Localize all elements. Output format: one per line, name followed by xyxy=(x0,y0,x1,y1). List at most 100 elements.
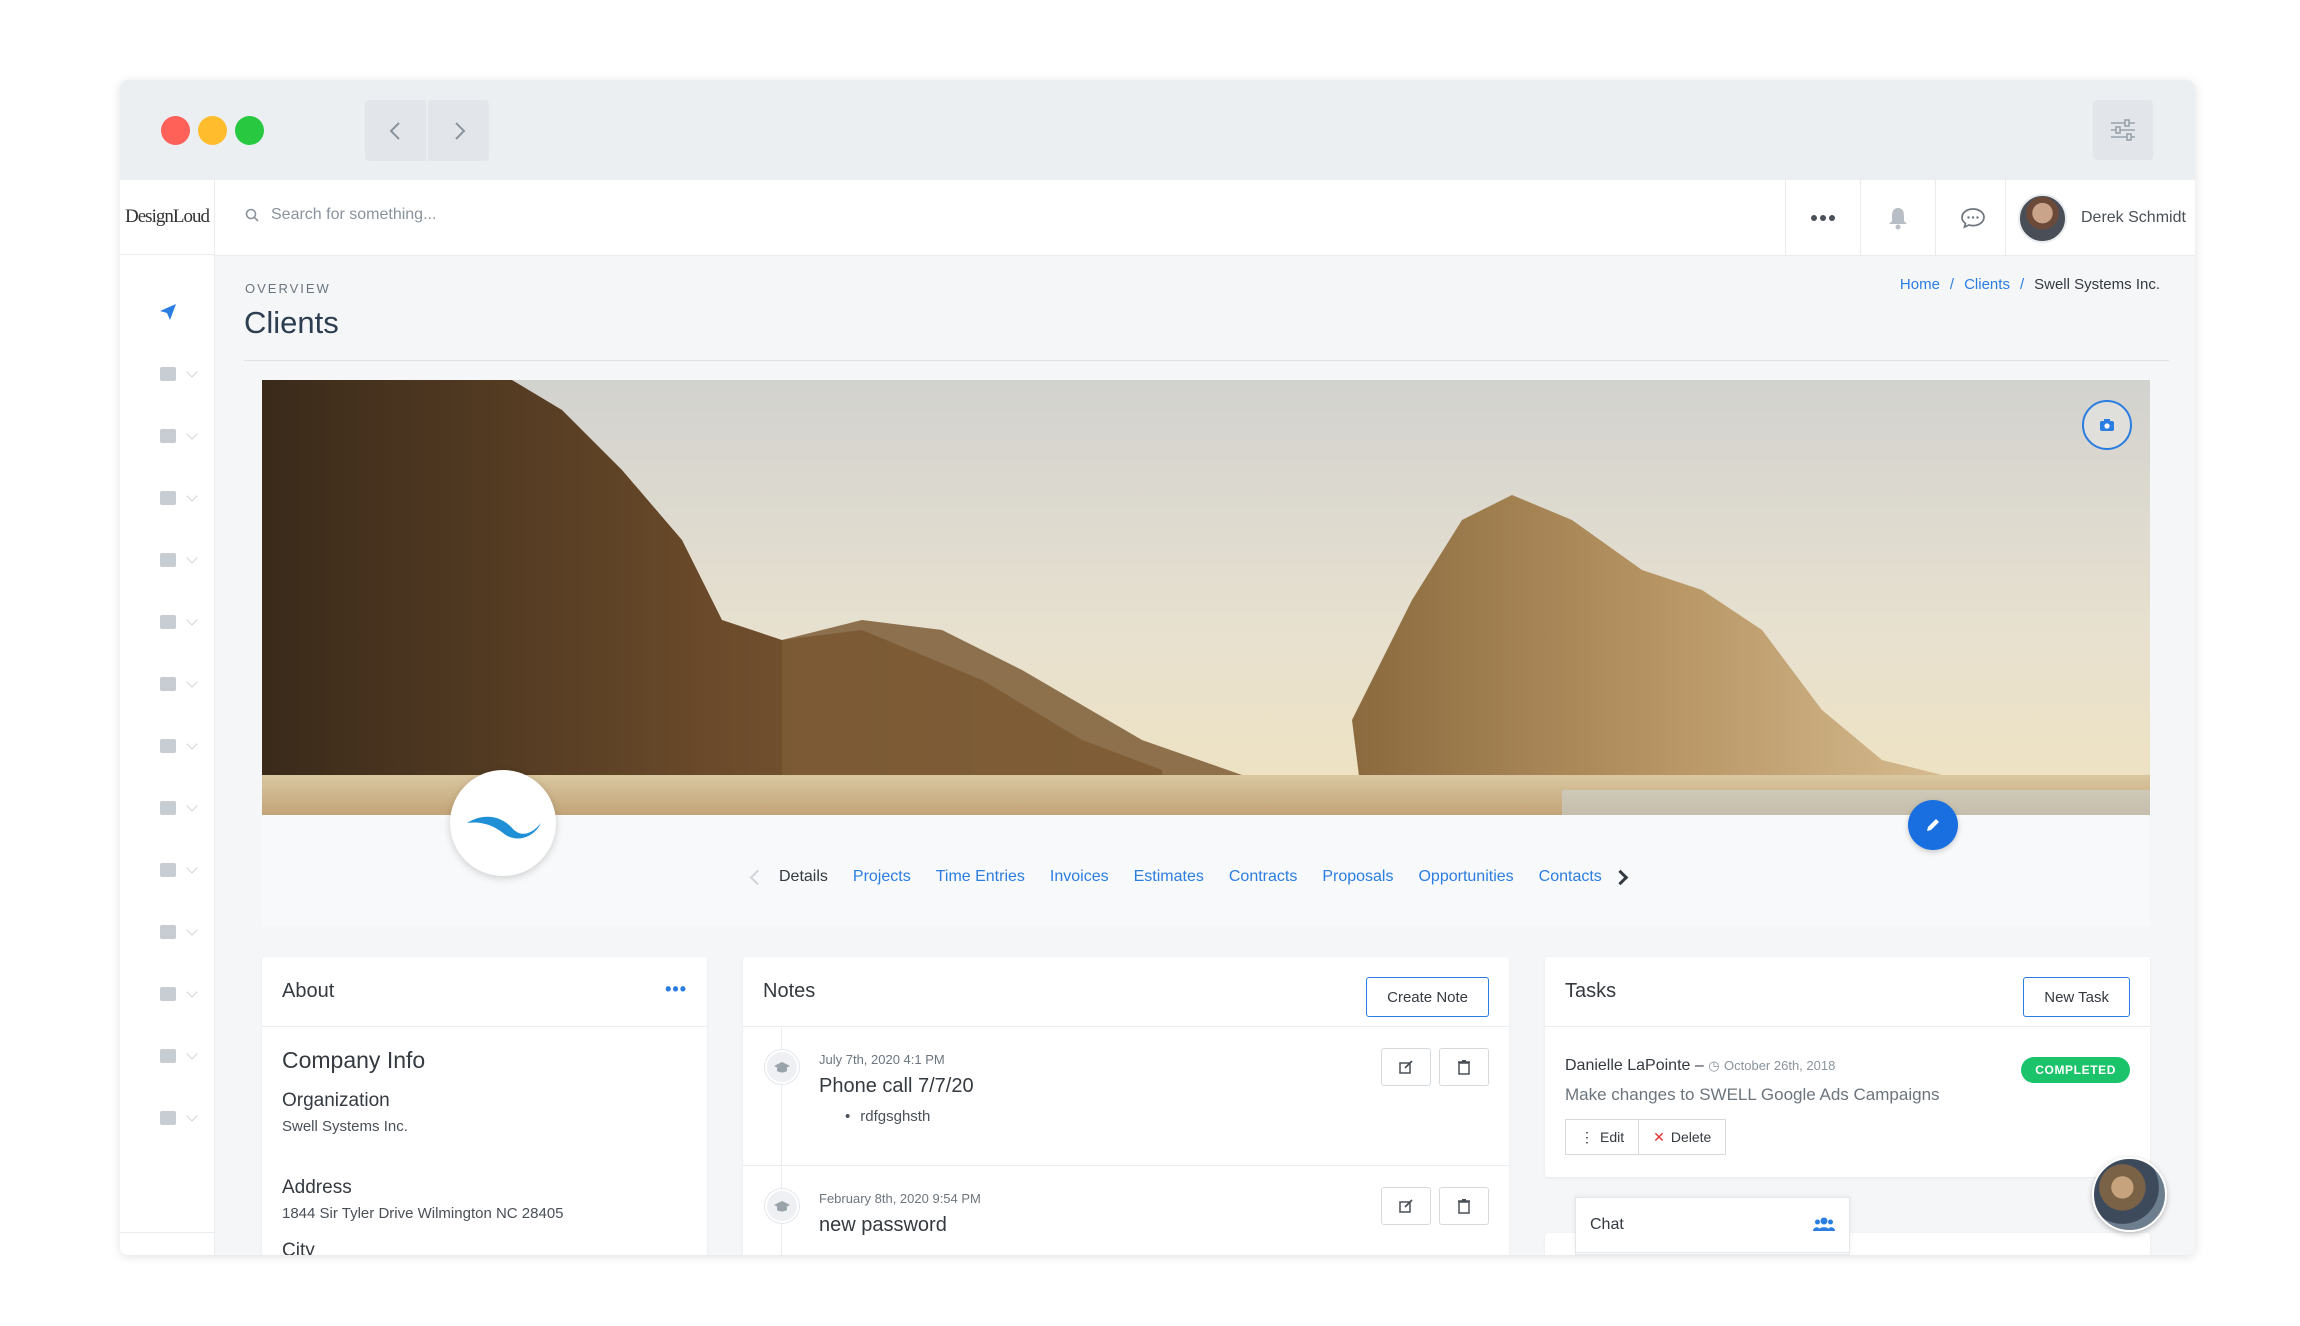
logo-text: DesignLoud xyxy=(125,206,210,227)
user-menu[interactable]: Derek Schmidt xyxy=(2005,180,2195,256)
task-description: Make changes to SWELL Google Ads Campaig… xyxy=(1565,1085,1940,1104)
sidebar-item-user[interactable] xyxy=(120,354,215,394)
chevron-down-icon xyxy=(186,490,198,502)
tab-contracts[interactable]: Contracts xyxy=(1229,868,1297,886)
messages-button[interactable] xyxy=(1935,180,2010,256)
sidebar-item-file-2[interactable] xyxy=(120,1036,215,1076)
close-window-button[interactable] xyxy=(161,116,190,145)
app-sidebar: DesignLoud f ◂ xyxy=(120,180,215,1255)
sidebar-item-users[interactable] xyxy=(120,416,215,456)
delete-note-button[interactable] xyxy=(1439,1187,1489,1225)
header-divider xyxy=(244,360,2169,361)
sidebar-item-list-2[interactable] xyxy=(120,540,215,580)
ellipsis-icon xyxy=(1811,215,1835,221)
chevron-right-icon xyxy=(454,121,465,140)
floating-chat-avatar[interactable] xyxy=(2092,1157,2167,1232)
edit-task-button[interactable]: ⋮ Edit xyxy=(1565,1119,1640,1155)
browser-titlebar xyxy=(120,80,2195,180)
task-actions: ⋮ Edit ✕ Delete xyxy=(1565,1119,2130,1155)
list-icon xyxy=(159,491,176,505)
tab-estimates[interactable]: Estimates xyxy=(1134,868,1204,886)
delete-task-button[interactable]: ✕ Delete xyxy=(1639,1119,1727,1155)
delete-note-button[interactable] xyxy=(1439,1048,1489,1086)
envelope-icon xyxy=(159,739,176,753)
check-square-icon xyxy=(159,677,176,691)
sidebar-item-dashboard[interactable] xyxy=(120,292,215,332)
notes-card-header: Notes Create Note xyxy=(743,957,1509,1027)
chat-widget[interactable]: Chat xyxy=(1575,1197,1850,1255)
clipboard-icon xyxy=(159,801,176,815)
folder-icon xyxy=(159,615,176,629)
note-title[interactable]: new password xyxy=(819,1214,947,1237)
page-title: Clients xyxy=(244,305,339,340)
tab-opportunities[interactable]: Opportunities xyxy=(1418,868,1513,886)
sidebar-item-mail[interactable] xyxy=(120,726,215,766)
tab-contacts[interactable]: Contacts xyxy=(1539,868,1602,886)
tab-invoices[interactable]: Invoices xyxy=(1050,868,1109,886)
note-title[interactable]: Phone call 7/7/20 xyxy=(819,1075,974,1098)
breadcrumb-clients[interactable]: Clients xyxy=(1964,276,2010,293)
sidebar-item-file-3[interactable] xyxy=(120,1098,215,1138)
more-options-button[interactable] xyxy=(1785,180,1860,256)
edit-note-button[interactable] xyxy=(1381,1187,1431,1225)
chevron-down-icon xyxy=(186,366,198,378)
delete-task-label: Delete xyxy=(1670,1129,1712,1145)
sitemap-icon xyxy=(159,863,176,877)
search-bar[interactable]: Search for something... xyxy=(245,206,436,224)
task-item: Danielle LaPointe – ◷ October 26th, 2018… xyxy=(1565,1057,2130,1155)
edit-icon xyxy=(1399,1060,1413,1074)
tasks-title: Tasks xyxy=(1565,980,1617,1002)
client-tabs: Details Projects Time Entries Invoices E… xyxy=(749,868,1642,886)
company-info-heading: Company Info xyxy=(282,1047,426,1073)
notifications-button[interactable] xyxy=(1860,180,1935,256)
search-input[interactable]: Search for something... xyxy=(271,206,436,224)
avatar xyxy=(2018,193,2067,243)
task-assignee: Danielle LaPointe – xyxy=(1565,1057,1704,1074)
chevron-down-icon xyxy=(186,986,198,998)
user-icon xyxy=(159,367,176,381)
tab-proposals[interactable]: Proposals xyxy=(1322,868,1393,886)
breadcrumb-separator: / xyxy=(1949,276,1955,293)
back-button[interactable] xyxy=(365,100,426,161)
camera-icon xyxy=(2100,419,2114,431)
breadcrumb-home[interactable]: Home xyxy=(1900,276,1940,293)
change-cover-button[interactable] xyxy=(2082,400,2132,450)
trash-icon xyxy=(1458,1060,1470,1075)
create-note-button[interactable]: Create Note xyxy=(1366,977,1489,1017)
tab-time-entries[interactable]: Time Entries xyxy=(936,868,1025,886)
sidebar-item-tasks[interactable] xyxy=(120,664,215,704)
chevron-down-icon xyxy=(186,1110,198,1122)
status-badge: COMPLETED xyxy=(2021,1057,2130,1083)
chevron-down-icon xyxy=(186,614,198,626)
tab-details[interactable]: Details xyxy=(779,868,828,886)
edit-client-button[interactable] xyxy=(1908,800,1958,850)
about-card: About ••• Company Info Organization Swel… xyxy=(262,957,707,1255)
chevron-down-icon xyxy=(186,862,198,874)
minimize-window-button[interactable] xyxy=(198,116,227,145)
sidebar-item-copy[interactable] xyxy=(120,912,215,952)
address-label: Address xyxy=(282,1177,352,1198)
sidebar-item-list[interactable] xyxy=(120,478,215,518)
edit-note-button[interactable] xyxy=(1381,1048,1431,1086)
tab-projects[interactable]: Projects xyxy=(853,868,911,886)
sidebar-item-clipboard[interactable] xyxy=(120,788,215,828)
about-options-button[interactable]: ••• xyxy=(665,979,687,1000)
tabs-scroll-right-icon[interactable] xyxy=(1612,869,1629,885)
new-task-button[interactable]: New Task xyxy=(2023,977,2130,1017)
maximize-window-button[interactable] xyxy=(235,116,264,145)
sidebar-item-sitemap[interactable] xyxy=(120,850,215,890)
list-icon xyxy=(159,553,176,567)
browser-settings-button[interactable] xyxy=(2093,100,2153,160)
swell-wave-logo xyxy=(467,816,541,839)
app-logo[interactable]: DesignLoud xyxy=(120,180,214,255)
file-icon xyxy=(159,1111,176,1125)
file-icon xyxy=(159,1049,176,1063)
paper-plane-icon xyxy=(159,304,176,320)
sidebar-item-file[interactable] xyxy=(120,974,215,1014)
tabs-scroll-left-icon[interactable] xyxy=(749,869,766,885)
sidebar-item-folder[interactable] xyxy=(120,602,215,642)
task-date: October 26th, 2018 xyxy=(1724,1058,1836,1073)
chevron-down-icon xyxy=(186,800,198,812)
search-icon xyxy=(245,208,259,222)
forward-button[interactable] xyxy=(428,100,489,161)
